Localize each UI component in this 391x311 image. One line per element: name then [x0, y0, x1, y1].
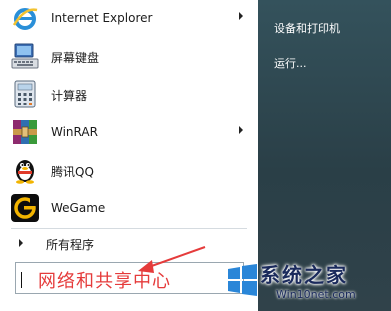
watermark-domain: Win10net.com [276, 288, 356, 301]
annotation-arrow-icon [138, 246, 206, 273]
windows-logo-icon [228, 264, 257, 296]
watermark: 系统之家 Win10net.com [222, 257, 391, 311]
watermark-title: 系统之家 [260, 263, 348, 287]
